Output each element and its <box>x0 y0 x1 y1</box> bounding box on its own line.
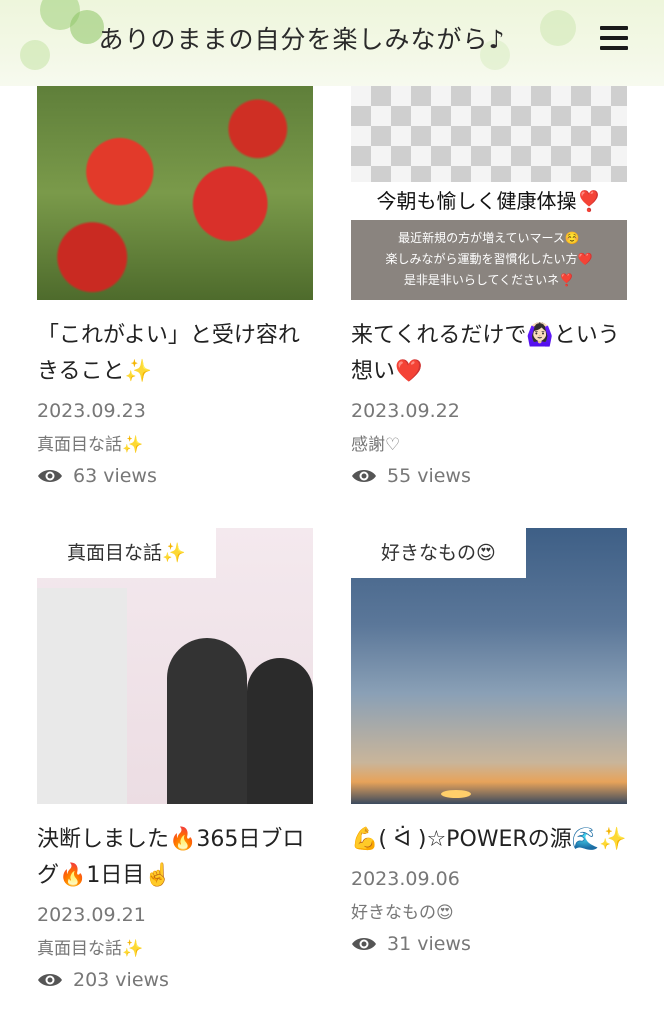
post-date: 2023.09.21 <box>37 904 146 926</box>
post-title[interactable]: 💪( ᐛ )☆POWERの源🌊✨ <box>351 822 627 858</box>
photo-person <box>167 638 247 804</box>
post-views: 63 views <box>37 465 313 487</box>
image-caption: 最近新規の方が増えていマース☺️ 楽しみながら運動を習慣化したい方❤️ 是非是非… <box>351 220 627 300</box>
image-caption-line: 最近新規の方が増えていマース☺️ <box>398 231 580 245</box>
post-date: 2023.09.06 <box>351 868 460 890</box>
views-count: 55 views <box>387 465 471 487</box>
image-caption-line: 是非是非いらしてくださいネ❣️ <box>403 273 575 287</box>
eye-icon <box>38 470 62 482</box>
post-date: 2023.09.23 <box>37 400 146 422</box>
post-title[interactable]: 来てくれるだけで🙆🏻‍♀️という想い❤️ <box>351 318 627 390</box>
site-header: ありのままの自分を楽しみながら♪ <box>0 0 664 86</box>
post-category[interactable]: 好きなもの😍 <box>351 898 627 923</box>
hamburger-menu-icon[interactable] <box>600 26 628 50</box>
photo-person <box>37 588 127 804</box>
post-thumbnail[interactable]: 真面目な話✨ <box>37 528 313 804</box>
eye-icon <box>38 974 62 986</box>
post-title[interactable]: 決断しました🔥365日ブログ🔥1日目☝️ <box>37 822 313 894</box>
sun-glow <box>441 790 471 798</box>
views-count: 63 views <box>73 465 157 487</box>
post-category[interactable]: 真面目な話✨ <box>37 430 313 455</box>
eye-icon <box>352 938 376 950</box>
post-views: 55 views <box>351 465 627 487</box>
category-tag[interactable]: 好きなもの😍 <box>351 528 526 578</box>
image-banner-text: 今朝も愉しく健康体操❣️ <box>351 182 627 220</box>
category-tag[interactable]: 真面目な話✨ <box>37 528 216 578</box>
post-thumbnail[interactable]: 好きなもの😍 <box>351 528 627 804</box>
post-card[interactable]: 「これがよい」と受け容れきること✨ 2023.09.23 真面目な話✨ 63 v… <box>37 86 313 487</box>
eye-icon <box>352 470 376 482</box>
post-card[interactable]: 好きなもの😍 💪( ᐛ )☆POWERの源🌊✨ 2023.09.06 好きなもの… <box>351 528 627 955</box>
post-title[interactable]: 「これがよい」と受け容れきること✨ <box>37 318 313 390</box>
site-title[interactable]: ありのままの自分を楽しみながら♪ <box>0 20 604 56</box>
views-count: 203 views <box>73 969 169 991</box>
photo-person <box>247 658 313 804</box>
post-views: 31 views <box>351 933 627 955</box>
image-caption-line: 楽しみながら運動を習慣化したい方❤️ <box>385 252 593 266</box>
post-views: 203 views <box>37 969 313 991</box>
post-category[interactable]: 真面目な話✨ <box>37 934 313 959</box>
gym-floor-image <box>351 86 627 182</box>
views-count: 31 views <box>387 933 471 955</box>
post-thumbnail[interactable]: 今朝も愉しく健康体操❣️ 最近新規の方が増えていマース☺️ 楽しみながら運動を習… <box>351 86 627 300</box>
post-date: 2023.09.22 <box>351 400 460 422</box>
post-category[interactable]: 感謝♡ <box>351 430 627 455</box>
post-card[interactable]: 真面目な話✨ 決断しました🔥365日ブログ🔥1日目☝️ 2023.09.21 真… <box>37 528 313 991</box>
post-thumbnail[interactable] <box>37 86 313 300</box>
post-card[interactable]: 今朝も愉しく健康体操❣️ 最近新規の方が増えていマース☺️ 楽しみながら運動を習… <box>351 86 627 487</box>
